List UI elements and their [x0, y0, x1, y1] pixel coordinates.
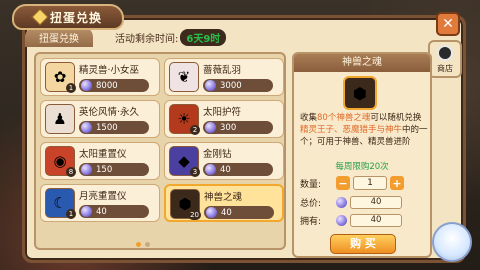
decrease-button[interactable]: − [336, 176, 350, 190]
item-price-value: 3000 [220, 80, 242, 91]
cost-label: 总价: [300, 199, 322, 209]
sub-header: 扭蛋兑换 活动剩余时间: 6天9时 [25, 27, 438, 47]
item-name: 太阳重置仪 [79, 149, 127, 160]
beast-soul-icon: ⬢ [343, 76, 377, 110]
detail-title: 神兽之魂 [294, 54, 430, 72]
item-name: 蔷薇乱羽 [203, 65, 242, 76]
item-count-badge: 1 [66, 209, 76, 219]
desc-highlight: 精灵王子、恶魔猎手与神牛 [300, 125, 403, 135]
item-card[interactable]: ☀ 2 太阳护符 300 [164, 100, 284, 138]
plus-icon: + [392, 176, 402, 190]
costume-icon: ♟ [45, 104, 75, 134]
gem-currency-icon [336, 215, 347, 226]
item-price: 40 [79, 205, 149, 218]
gem-currency-icon [336, 197, 347, 208]
owned-label: 拥有: [300, 217, 322, 227]
item-card[interactable]: ✿ 1 精灵兽·小女巫 8000 [40, 58, 160, 96]
sun-reset-icon: ◉ 8 [45, 146, 76, 177]
mascot-avatar[interactable] [432, 222, 472, 262]
item-count-badge: 3 [190, 167, 200, 177]
page-indicator [136, 242, 150, 247]
beast-soul-icon: ⬢ 20 [170, 189, 201, 220]
item-price-value: 150 [96, 164, 113, 175]
moon-reset-icon: ☾ 1 [45, 188, 76, 219]
item-price-value: 40 [221, 207, 232, 218]
gem-currency-icon [205, 122, 216, 133]
quantity-stepper: 数量: − 1 + [300, 176, 404, 190]
item-grid: ✿ 1 精灵兽·小女巫 8000 ❦ 蔷薇乱羽 3000 ♟ 英伦风情·永久 1… [40, 58, 284, 222]
owned-row: 拥有: 40 [300, 214, 402, 227]
item-price-value: 300 [220, 122, 237, 133]
gem-currency-icon [81, 122, 92, 133]
item-card[interactable]: ♟ 英伦风情·永久 1500 [40, 100, 160, 138]
item-name: 月亮重置仪 [79, 191, 127, 202]
item-count-badge: 1 [66, 83, 76, 93]
gem-currency-icon [206, 207, 217, 218]
timer-value: 6天9时 [180, 28, 227, 46]
cost-value: 40 [350, 196, 402, 209]
page-dot[interactable] [145, 242, 150, 247]
item-count-badge: 2 [190, 125, 200, 135]
item-name: 太阳护符 [203, 107, 242, 118]
desc-text: 收集 [300, 113, 318, 123]
total-cost-row: 总价: 40 [300, 196, 402, 209]
close-button[interactable]: ✕ [436, 12, 460, 36]
item-price: 150 [79, 163, 149, 176]
sun-amulet-icon: ☀ 2 [169, 104, 200, 135]
gem-currency-icon [81, 206, 92, 217]
shop-icon [437, 44, 453, 61]
item-price: 3000 [203, 79, 273, 92]
item-card[interactable]: ◉ 8 太阳重置仪 150 [40, 142, 160, 180]
quantity-label: 数量: [300, 179, 322, 190]
diamond-drill-icon: ◆ 3 [169, 146, 200, 177]
close-icon: ✕ [442, 16, 454, 32]
shop-tab-label: 商店 [437, 63, 453, 73]
item-price: 8000 [79, 79, 149, 92]
tab-shop[interactable]: 商店 [428, 40, 462, 78]
item-name: 神兽之魂 [204, 192, 243, 203]
timer-label: 活动剩余时间: [115, 33, 179, 45]
page-dot-active[interactable] [136, 242, 141, 247]
desc-highlight: 80个神兽之魂 [317, 113, 371, 123]
window-title-label: 扭蛋兑换 [49, 10, 102, 25]
item-price-value: 8000 [96, 80, 118, 91]
item-card[interactable]: ❦ 蔷薇乱羽 3000 [164, 58, 284, 96]
item-card[interactable]: ☾ 1 月亮重置仪 40 [40, 184, 160, 222]
tab-gacha-exchange[interactable]: 扭蛋兑换 [25, 27, 93, 47]
item-card[interactable]: ◆ 3 金刚钻 40 [164, 142, 284, 180]
gem-currency-icon [81, 80, 92, 91]
item-price: 300 [203, 121, 273, 134]
item-grid-panel: ✿ 1 精灵兽·小女巫 8000 ❦ 蔷薇乱羽 3000 ♟ 英伦风情·永久 1… [34, 52, 286, 250]
item-name: 金刚钻 [203, 149, 232, 160]
item-price-value: 40 [220, 164, 231, 175]
witch-icon: ✿ 1 [45, 62, 76, 93]
item-count-badge: 8 [66, 167, 76, 177]
item-price: 40 [204, 206, 274, 219]
item-price-value: 40 [96, 206, 107, 217]
item-name: 精灵兽·小女巫 [79, 65, 140, 76]
weekly-limit: 每周限购20次 [335, 162, 389, 172]
item-detail-panel: 神兽之魂 ⬢ 收集80个神兽之魂可以随机兑换精灵王子、恶魔猎手与神牛中的一个；可… [292, 52, 432, 258]
gem-currency-icon [81, 164, 92, 175]
item-price: 40 [203, 163, 273, 176]
item-count-badge: 20 [188, 210, 201, 220]
increase-button[interactable]: + [390, 176, 404, 190]
owned-value: 40 [350, 214, 402, 227]
minus-icon: − [338, 176, 348, 190]
quantity-field[interactable]: 1 [353, 176, 387, 190]
item-price: 1500 [79, 121, 149, 134]
buy-button[interactable]: 购 买 [330, 234, 396, 254]
feather-wings-icon: ❦ [169, 62, 199, 92]
item-card[interactable]: ⬢ 20 神兽之魂 40 [164, 184, 284, 222]
desc-text: 可以随机兑换 [370, 113, 422, 123]
gem-currency-icon [205, 164, 216, 175]
gem-icon [31, 8, 49, 26]
item-name: 英伦风情·永久 [79, 107, 140, 118]
window-title: 扭蛋兑换 [12, 4, 124, 30]
detail-description: 收集80个神兽之魂可以随机兑换精灵王子、恶魔猎手与神牛中的一个；可用于神兽、精灵… [300, 112, 428, 148]
item-price-value: 1500 [96, 122, 118, 133]
gem-currency-icon [205, 80, 216, 91]
